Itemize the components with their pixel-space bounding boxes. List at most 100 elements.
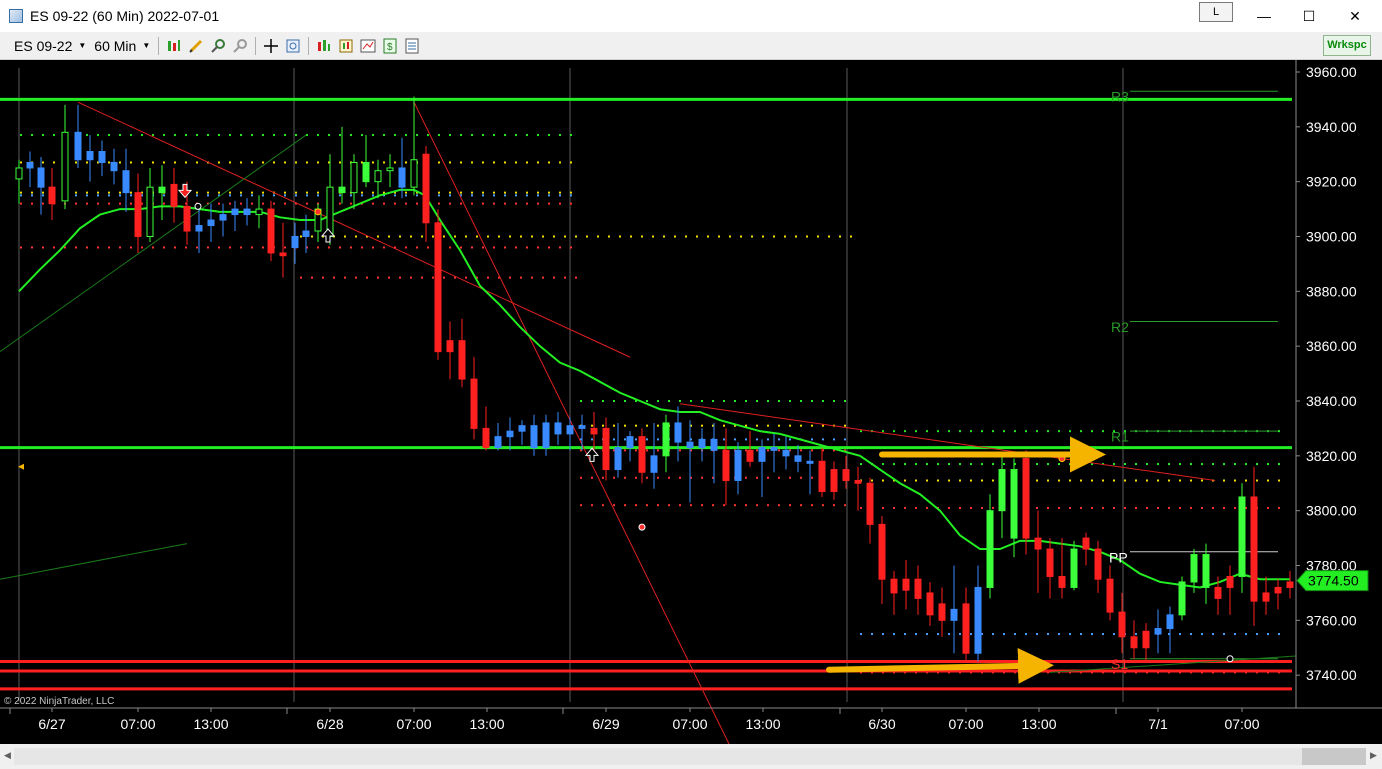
dot	[970, 463, 972, 466]
instrument-selector[interactable]: ES 09-22 ▼	[10, 38, 90, 54]
candle	[1262, 576, 1270, 615]
candle-body	[662, 422, 670, 457]
dot	[251, 161, 253, 164]
chart-style-icon[interactable]	[360, 38, 376, 54]
candle	[1166, 606, 1174, 654]
dot	[361, 194, 363, 197]
scroll-right-icon[interactable]: ▶	[1370, 750, 1377, 761]
templates-icon[interactable]	[404, 38, 420, 54]
dot	[339, 246, 341, 249]
data-box-icon[interactable]	[285, 38, 301, 54]
candle	[758, 439, 766, 497]
dot	[613, 438, 615, 441]
dot	[646, 424, 648, 427]
dot	[311, 235, 313, 238]
candle-body	[1226, 575, 1234, 588]
pivot-label: R1	[1111, 429, 1129, 445]
dot-row	[860, 506, 1280, 509]
indicators-icon[interactable]	[316, 38, 332, 54]
dot	[844, 438, 846, 441]
dot	[674, 235, 676, 238]
trend-line	[413, 101, 738, 761]
scroll-track[interactable]	[14, 748, 1366, 765]
dot	[421, 235, 423, 238]
dot	[394, 161, 396, 164]
dot	[432, 235, 434, 238]
dot	[383, 246, 385, 249]
dot	[537, 134, 539, 137]
dot	[75, 194, 77, 197]
candle	[1202, 543, 1210, 604]
candle	[86, 135, 94, 182]
minimize-button[interactable]: —	[1241, 0, 1287, 32]
scroll-thumb[interactable]	[1302, 748, 1366, 765]
dot	[970, 506, 972, 509]
dot	[657, 449, 659, 452]
dot	[482, 246, 484, 249]
close-button[interactable]: ✕	[1332, 0, 1378, 32]
candle-body	[110, 161, 118, 172]
candle	[482, 406, 490, 451]
candle	[518, 420, 526, 445]
chart-canvas[interactable]: R3 R2 R1 PP S1 3960.00 3940.00 3920.00 3900.00 3…	[0, 60, 1382, 761]
candle-body	[1118, 611, 1126, 638]
maximize-button[interactable]: ☐	[1286, 0, 1332, 32]
dot	[482, 194, 484, 197]
dot	[657, 438, 659, 441]
properties-icon[interactable]: $	[382, 38, 398, 54]
dot	[948, 463, 950, 466]
dot	[559, 202, 561, 205]
dot	[53, 161, 55, 164]
candle-body	[302, 230, 310, 238]
dot	[405, 202, 407, 205]
dot	[882, 463, 884, 466]
signal-marker	[1226, 655, 1234, 663]
dot	[119, 191, 121, 194]
candle-body	[1238, 496, 1246, 577]
dot	[795, 235, 797, 238]
dot	[767, 400, 769, 403]
price-chart[interactable]: R3 R2 R1 PP S1 3960.00 3940.00 3920.00 3900.00 3…	[0, 60, 1382, 761]
dot	[937, 479, 939, 482]
candle	[158, 165, 166, 221]
dot	[1234, 633, 1236, 636]
candle	[291, 222, 299, 264]
candle	[134, 173, 142, 253]
candle	[1058, 538, 1066, 599]
moving-average-line	[18, 188, 1290, 589]
candle	[48, 167, 56, 221]
dot	[262, 161, 264, 164]
dot	[959, 479, 961, 482]
dot	[860, 430, 862, 433]
interval-selector[interactable]: 60 Min ▼	[90, 38, 154, 54]
candle	[962, 587, 970, 662]
scroll-left-icon[interactable]: ◀	[4, 750, 11, 761]
window-title: ES 09-22 (60 Min) 2022-07-01	[30, 8, 220, 24]
dot	[635, 449, 637, 452]
dot	[767, 476, 769, 479]
dot	[915, 479, 917, 482]
dot	[718, 235, 720, 238]
dot	[174, 134, 176, 137]
chart-scrollbar[interactable]: ◀ ▶	[0, 744, 1382, 769]
zoom-in-icon[interactable]	[210, 38, 226, 54]
dot	[635, 476, 637, 479]
bar-type-icon[interactable]	[166, 38, 182, 54]
workspace-button[interactable]: Wrkspc	[1323, 35, 1371, 56]
zoom-out-icon[interactable]	[232, 38, 248, 54]
dot	[959, 506, 961, 509]
candle-body	[482, 427, 490, 449]
dot	[108, 161, 110, 164]
dot	[663, 235, 665, 238]
dot	[992, 479, 994, 482]
dot	[1179, 633, 1181, 636]
drawing-tools-icon[interactable]	[188, 38, 204, 54]
strategies-icon[interactable]	[338, 38, 354, 54]
candle	[1286, 570, 1294, 599]
link-button[interactable]: L	[1199, 2, 1233, 22]
crosshair-icon[interactable]	[263, 38, 279, 54]
dot	[405, 246, 407, 249]
dot	[652, 235, 654, 238]
candle-body	[1106, 578, 1114, 613]
dot	[394, 134, 396, 137]
